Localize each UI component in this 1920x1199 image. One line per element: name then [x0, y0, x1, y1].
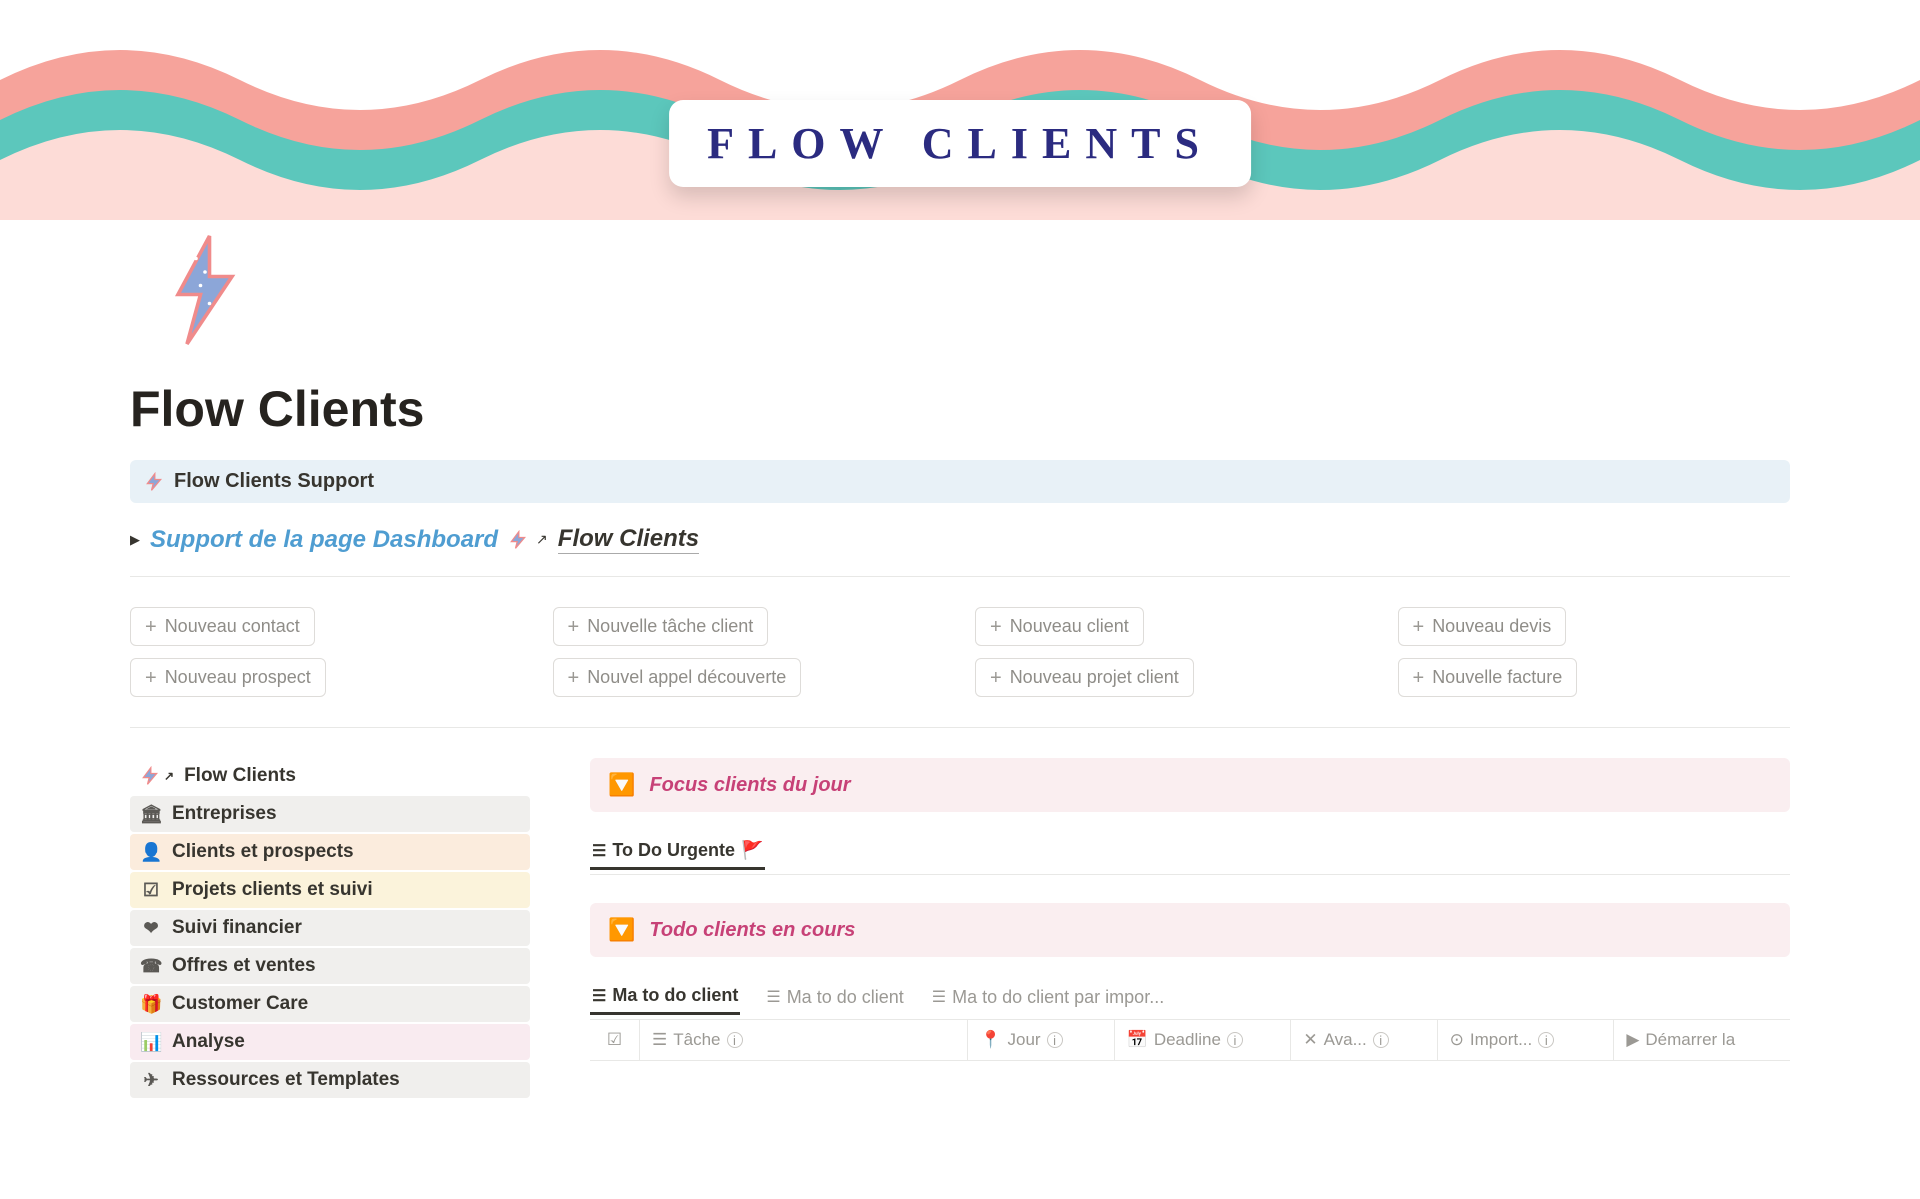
bolt-icon	[508, 530, 528, 550]
arrow-out-icon: ↗	[536, 531, 548, 548]
plus-icon: +	[990, 617, 1002, 637]
sidebar-item-projets-clients[interactable]: ☑ Projets clients et suivi	[130, 872, 530, 908]
support-callout[interactable]: Flow Clients Support	[130, 460, 1790, 503]
building-icon: 🏛	[140, 804, 162, 825]
tab-ma-todo-client-importance[interactable]: ☰Ma to do client par impor...	[930, 981, 1166, 1014]
list-icon: ☰	[592, 986, 606, 1006]
sidebar-item-label: Flow Clients	[184, 765, 296, 787]
callout-text: Focus clients du jour	[649, 774, 850, 797]
tab-ma-todo-client-1[interactable]: ☰Ma to do client	[590, 979, 740, 1015]
status-icon: ⊙	[1450, 1030, 1464, 1050]
new-prospect-button[interactable]: +Nouveau prospect	[130, 658, 326, 697]
play-icon: ▶	[1626, 1030, 1639, 1050]
cover-header: FLOW CLIENTS	[0, 0, 1920, 220]
new-client-task-button[interactable]: +Nouvelle tâche client	[553, 607, 769, 646]
info-icon: i	[1047, 1032, 1063, 1048]
col-demarrer[interactable]: ▶Démarrer la	[1614, 1020, 1790, 1060]
action-buttons-grid: +Nouveau contact +Nouveau prospect +Nouv…	[130, 607, 1790, 728]
sidebar-item-flow-clients[interactable]: ↗ Flow Clients	[130, 758, 530, 794]
list-icon: ☰	[766, 987, 780, 1007]
dashboard-toggle-row: ▶ Support de la page Dashboard ↗ Flow Cl…	[130, 525, 1790, 577]
tab-ma-todo-client-2[interactable]: ☰Ma to do client	[764, 981, 905, 1014]
new-discovery-call-button[interactable]: +Nouvel appel découverte	[553, 658, 802, 697]
sidebar: ↗ Flow Clients 🏛 Entreprises 👤 Clients et …	[130, 758, 530, 1100]
sidebar-item-label: Offres et ventes	[172, 955, 316, 977]
tab-todo-urgente[interactable]: ☰ To Do Urgente 🚩	[590, 834, 765, 870]
plus-icon: +	[1413, 617, 1425, 637]
col-checkbox[interactable]: ☑	[590, 1020, 640, 1060]
list-icon: ☰	[592, 841, 606, 861]
urgent-tabs: ☰ To Do Urgente 🚩	[590, 834, 1790, 870]
plus-icon: +	[1413, 668, 1425, 688]
send-icon: ✈	[140, 1070, 162, 1091]
sidebar-item-offres-ventes[interactable]: ☎ Offres et ventes	[130, 948, 530, 984]
info-icon: i	[1538, 1032, 1554, 1048]
col-importance[interactable]: ⊙Import...i	[1438, 1020, 1615, 1060]
phone-icon: ☎	[140, 956, 162, 977]
toggle-arrow-icon[interactable]: ▶	[130, 532, 140, 548]
flag-icon: 🚩	[741, 840, 763, 861]
plus-icon: +	[990, 668, 1002, 688]
dashboard-support-link[interactable]: Support de la page Dashboard	[150, 526, 498, 554]
header-badge: FLOW CLIENTS	[669, 100, 1251, 187]
checklist-icon: ☑	[140, 880, 162, 901]
focus-clients-callout[interactable]: 🔽 Focus clients du jour	[590, 758, 1790, 812]
person-icon: 👤	[140, 842, 162, 863]
new-client-project-button[interactable]: +Nouveau projet client	[975, 658, 1194, 697]
sidebar-item-customer-care[interactable]: 🎁 Customer Care	[130, 986, 530, 1022]
info-icon: i	[1373, 1032, 1389, 1048]
col-deadline[interactable]: 📅Deadlinei	[1115, 1020, 1292, 1060]
table-header: ☑ ☰Tâchei 📍Jouri 📅Deadlinei ✕Ava...i ⊙Im…	[590, 1019, 1790, 1061]
divider	[590, 874, 1790, 875]
sidebar-item-entreprises[interactable]: 🏛 Entreprises	[130, 796, 530, 832]
down-arrow-icon: 🔽	[608, 772, 635, 798]
todo-tabs: ☰Ma to do client ☰Ma to do client ☰Ma to…	[590, 979, 1790, 1015]
support-callout-text: Flow Clients Support	[174, 470, 374, 493]
sidebar-item-label: Entreprises	[172, 803, 277, 825]
page-icon[interactable]	[160, 230, 250, 350]
arrow-out-icon: ↗	[164, 769, 174, 783]
bolt-icon	[144, 472, 164, 492]
sidebar-item-label: Customer Care	[172, 993, 308, 1015]
plus-icon: +	[145, 617, 157, 637]
sidebar-item-label: Suivi financier	[172, 917, 302, 939]
flow-clients-link[interactable]: Flow Clients	[558, 525, 699, 554]
info-icon: i	[727, 1032, 743, 1048]
gift-icon: 🎁	[140, 994, 162, 1015]
sidebar-item-suivi-financier[interactable]: ❤ Suivi financier	[130, 910, 530, 946]
calendar-icon: 📅	[1127, 1030, 1148, 1050]
plus-icon: +	[145, 668, 157, 688]
sidebar-item-label: Projets clients et suivi	[172, 879, 373, 901]
plus-icon: +	[568, 668, 580, 688]
new-invoice-button[interactable]: +Nouvelle facture	[1398, 658, 1578, 697]
pin-icon: 📍	[980, 1030, 1001, 1050]
list-icon: ☰	[932, 987, 946, 1007]
new-contact-button[interactable]: +Nouveau contact	[130, 607, 315, 646]
x-icon: ✕	[1303, 1030, 1317, 1050]
sidebar-item-analyse[interactable]: 📊 Analyse	[130, 1024, 530, 1060]
sidebar-item-label: Clients et prospects	[172, 841, 354, 863]
down-arrow-icon: 🔽	[608, 917, 635, 943]
sidebar-item-ressources-templates[interactable]: ✈ Ressources et Templates	[130, 1062, 530, 1098]
checkbox-icon: ☑	[607, 1030, 622, 1050]
callout-text: Todo clients en cours	[649, 919, 855, 942]
todo-clients-callout[interactable]: 🔽 Todo clients en cours	[590, 903, 1790, 957]
col-tache[interactable]: ☰Tâchei	[640, 1020, 968, 1060]
heart-icon: ❤	[140, 918, 162, 939]
new-client-button[interactable]: +Nouveau client	[975, 607, 1144, 646]
bolt-icon	[140, 766, 160, 786]
sidebar-item-clients-prospects[interactable]: 👤 Clients et prospects	[130, 834, 530, 870]
page-title[interactable]: Flow Clients	[130, 380, 1790, 438]
list-icon: ☰	[652, 1030, 667, 1050]
col-jour[interactable]: 📍Jouri	[968, 1020, 1114, 1060]
chart-icon: 📊	[140, 1032, 162, 1053]
new-quote-button[interactable]: +Nouveau devis	[1398, 607, 1567, 646]
info-icon: i	[1227, 1032, 1243, 1048]
sidebar-item-label: Ressources et Templates	[172, 1069, 400, 1091]
sidebar-item-label: Analyse	[172, 1031, 245, 1053]
plus-icon: +	[568, 617, 580, 637]
col-avancement[interactable]: ✕Ava...i	[1291, 1020, 1437, 1060]
